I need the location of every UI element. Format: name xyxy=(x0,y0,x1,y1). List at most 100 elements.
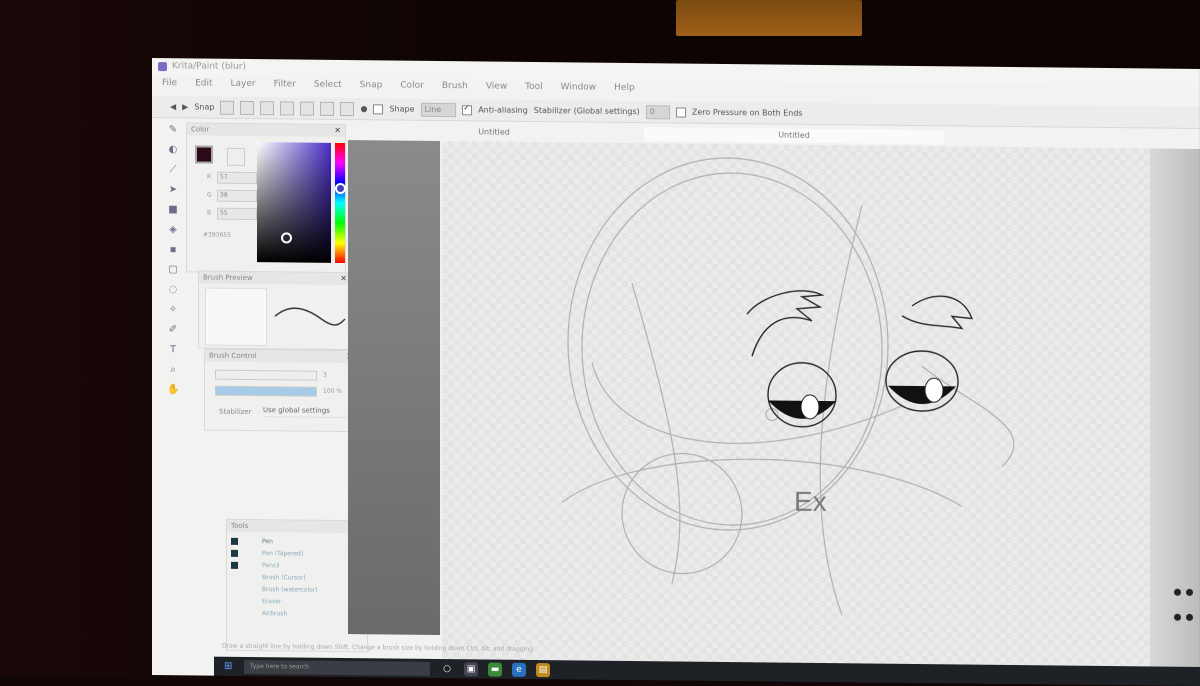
bucket-tool-icon[interactable]: ◈ xyxy=(167,224,179,236)
antialias-label: Anti-aliasing xyxy=(478,105,528,115)
list-item[interactable]: Airbrush xyxy=(231,608,363,620)
snap-option-4[interactable] xyxy=(280,100,295,115)
sketch-line xyxy=(631,282,681,584)
snap-option-6[interactable] xyxy=(320,101,335,116)
item-color-icon xyxy=(231,561,238,569)
brush-control-title: Brush Control xyxy=(209,351,257,361)
menu-tool[interactable]: Tool xyxy=(525,82,542,98)
snap-option-3[interactable] xyxy=(260,100,275,115)
snap-option-7[interactable] xyxy=(340,101,355,116)
g-field[interactable]: 38 xyxy=(217,189,257,203)
menu-window[interactable]: Window xyxy=(561,82,597,98)
gradient-tool-icon[interactable]: ▪ xyxy=(167,244,179,256)
brush-preview-title: Brush Preview xyxy=(203,273,253,283)
list-item[interactable]: Pen xyxy=(231,536,363,548)
list-item[interactable]: Brush (Cursor) xyxy=(231,572,363,584)
close-icon[interactable]: ✕ xyxy=(340,273,347,285)
right-panel-edge xyxy=(1150,148,1200,669)
tools-list-header: Tools ✕ xyxy=(227,519,367,534)
item-color-icon xyxy=(231,537,238,545)
close-icon[interactable]: ✕ xyxy=(334,125,341,137)
brush-preview-header: Brush Preview ✕ xyxy=(199,271,351,286)
store-icon[interactable]: ▣ xyxy=(464,662,478,677)
sketch-line xyxy=(819,205,863,616)
dot-icon[interactable]: ● xyxy=(360,104,367,113)
color-panel-header: Color ✕ xyxy=(187,123,345,138)
left-eye-highlight xyxy=(800,394,820,420)
line-tool-icon[interactable]: ⟋ xyxy=(167,164,179,176)
redo-icon[interactable]: ▶ xyxy=(182,102,188,111)
taskbar-search[interactable]: Type here to search xyxy=(244,659,430,676)
menu-file[interactable]: File xyxy=(162,78,177,94)
b-field[interactable]: 55 xyxy=(217,207,257,221)
dot-icon xyxy=(1174,613,1181,621)
tab-untitled-1[interactable]: Untitled xyxy=(442,125,546,140)
dot-icon xyxy=(1174,588,1181,596)
menu-edit[interactable]: Edit xyxy=(195,78,212,94)
zero-pressure-checkbox[interactable] xyxy=(675,106,686,118)
list-item[interactable]: Pen (Tapered) xyxy=(231,548,363,560)
hex-value[interactable]: #393655 xyxy=(203,232,231,239)
stabilizer-select[interactable]: Use global settings xyxy=(263,406,347,419)
app-icon xyxy=(158,62,167,72)
menu-snap[interactable]: Snap xyxy=(360,80,383,96)
stabilizer-dropdown[interactable]: 0 xyxy=(645,104,670,119)
menu-select[interactable]: Select xyxy=(314,80,342,96)
r-field[interactable]: 57 xyxy=(217,171,257,185)
menu-filter[interactable]: Filter xyxy=(274,79,296,95)
menu-color[interactable]: Color xyxy=(400,81,424,97)
brush-size-value[interactable]: 3 xyxy=(323,372,327,379)
right-eye-highlight xyxy=(924,377,944,403)
saturation-value-picker[interactable] xyxy=(257,142,331,263)
list-item[interactable]: Eraser xyxy=(231,596,363,608)
snap-option-2[interactable] xyxy=(240,100,255,115)
eraser-tool-icon[interactable]: ◐ xyxy=(167,144,179,156)
hue-slider[interactable] xyxy=(335,142,346,264)
eyedropper-icon[interactable]: ✐ xyxy=(167,324,179,336)
menu-help[interactable]: Help xyxy=(614,83,635,99)
hand-tool-icon[interactable]: ✋ xyxy=(167,384,179,396)
foreground-color-swatch[interactable] xyxy=(195,145,213,164)
monitor-screen: Krita/Paint (blur) File Edit Layer Filte… xyxy=(152,58,1200,686)
shape-dropdown[interactable]: Line xyxy=(420,102,457,117)
snap-option-5[interactable] xyxy=(300,101,315,116)
tools-list-title: Tools xyxy=(231,521,249,531)
brush-stroke-preview xyxy=(274,307,346,326)
fill-tool-icon[interactable]: ■ xyxy=(167,204,179,216)
pen-tool-icon[interactable]: ✎ xyxy=(167,124,179,136)
tools-list-panel: Tools ✕ Pen Pen (Tapered) Pencil Brush (… xyxy=(226,518,368,653)
item-color-icon xyxy=(231,610,238,617)
file-explorer-icon[interactable]: ▤ xyxy=(536,663,550,678)
brush-size-slider[interactable] xyxy=(215,369,317,381)
drawing-canvas[interactable]: Ex xyxy=(442,141,1150,669)
r-label: R xyxy=(207,173,212,181)
windows-start-icon[interactable]: ⊞ xyxy=(224,661,234,672)
menu-layer[interactable]: Layer xyxy=(231,79,256,95)
tab-untitled-2[interactable]: Untitled xyxy=(644,127,944,145)
snap-label: Snap xyxy=(194,102,215,112)
task-view-icon[interactable]: ○ xyxy=(440,662,454,676)
magic-wand-icon[interactable]: ✧ xyxy=(167,304,179,316)
list-item[interactable]: Brush (watercolor) xyxy=(231,584,363,596)
menu-brush[interactable]: Brush xyxy=(442,81,468,97)
hue-slider-knob[interactable] xyxy=(335,182,346,195)
brush-opacity-slider[interactable] xyxy=(215,385,317,397)
antialias-checkbox[interactable] xyxy=(462,104,473,115)
zoom-tool-icon[interactable]: ⌕ xyxy=(167,364,179,376)
menu-view[interactable]: View xyxy=(486,81,507,97)
shape-checkbox[interactable] xyxy=(373,103,384,114)
sv-picker-knob[interactable] xyxy=(281,232,292,244)
right-pupil xyxy=(888,385,956,405)
text-tool-icon[interactable]: T xyxy=(167,344,179,356)
move-tool-icon[interactable]: ➤ xyxy=(167,184,179,196)
left-eyebrow xyxy=(746,290,825,357)
brush-control-panel: Brush Control ✕ 3 100 % Stabilizer Use g… xyxy=(204,348,358,433)
snap-option-1[interactable] xyxy=(220,100,235,115)
select-rect-icon[interactable]: ▢ xyxy=(167,264,179,276)
list-item[interactable]: Pencil xyxy=(231,560,363,572)
background-color-swatch[interactable] xyxy=(227,147,245,166)
select-lasso-icon[interactable]: ◌ xyxy=(167,284,179,296)
sketch-annotation: Ex xyxy=(794,486,827,517)
undo-icon[interactable]: ◀ xyxy=(170,102,176,111)
brush-opacity-value[interactable]: 100 % xyxy=(323,388,342,395)
